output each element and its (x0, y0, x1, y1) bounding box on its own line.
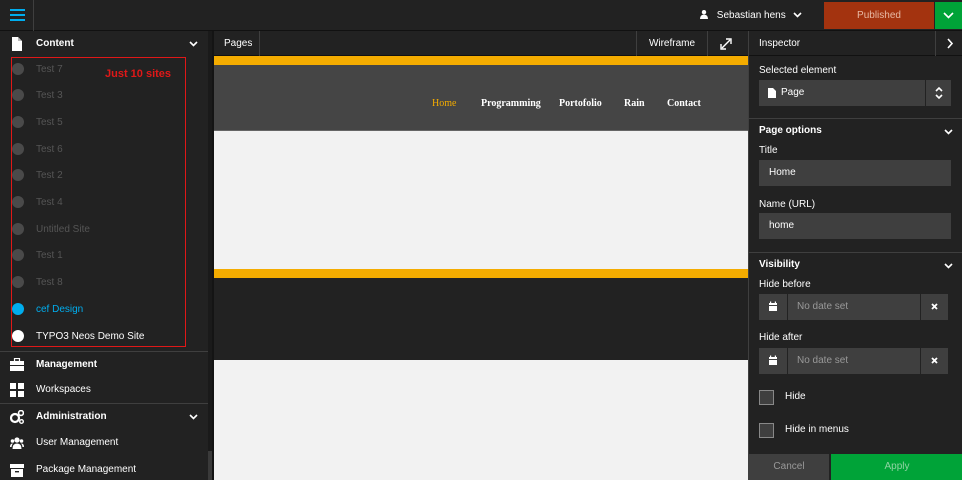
title-input[interactable]: Home (759, 160, 951, 186)
hamburger-icon (10, 9, 25, 11)
management-section-label: Management (36, 359, 98, 370)
nav-link-portofolio[interactable]: Portofolio (559, 98, 602, 109)
annotation-text: Just 10 sites (105, 68, 172, 80)
scrollbar-thumb[interactable] (208, 451, 212, 480)
name-url-label: Name (URL) (759, 199, 816, 210)
chevron-right-icon (947, 38, 954, 49)
nav-link-contact[interactable]: Contact (667, 98, 701, 109)
cancel-button[interactable]: Cancel (749, 454, 829, 480)
sidebar-item-package-management[interactable]: Package Management (0, 457, 208, 480)
wireframe-button[interactable]: Wireframe (636, 31, 708, 56)
content-accent-stripe (214, 269, 748, 278)
file-icon (768, 88, 776, 98)
nav-link-rain[interactable]: Rain (624, 98, 645, 109)
sidebar-item-user-management[interactable]: User Management (0, 430, 208, 456)
top-bar: Sebastian hens Published (0, 0, 962, 31)
visibility-header[interactable]: Visibility (759, 259, 800, 270)
fullscreen-button[interactable] (708, 31, 748, 56)
calendar-icon (769, 301, 777, 311)
nav-link-home[interactable]: Home (432, 98, 456, 109)
menu-toggle-button[interactable] (0, 0, 34, 31)
user-management-label: User Management (36, 437, 119, 448)
chevron-down-icon[interactable] (944, 261, 953, 270)
inspector-panel: Inspector Selected element Page Page opt… (748, 31, 962, 480)
hide-checkbox[interactable] (759, 390, 774, 405)
hide-in-menus-checkbox[interactable] (759, 423, 774, 438)
users-icon (10, 437, 24, 449)
management-section-header[interactable]: Management (0, 351, 208, 377)
sidebar-scrollbar[interactable] (208, 31, 212, 480)
selected-element-value: Page (781, 87, 805, 98)
content-section-header[interactable]: Content (0, 31, 208, 57)
hamburger-icon-line (10, 19, 25, 21)
hide-after-datepicker[interactable]: No date set (759, 348, 948, 374)
annotation-highlight-box (11, 57, 186, 347)
clear-date-button[interactable] (921, 348, 948, 374)
hide-label: Hide (785, 391, 806, 402)
chevron-down-icon (189, 414, 198, 420)
expand-icon (720, 38, 732, 50)
pages-button[interactable]: Pages (214, 31, 260, 56)
content-section-label: Content (36, 38, 74, 49)
publish-button[interactable]: Published (824, 2, 934, 29)
hide-before-label: Hide before (759, 279, 811, 290)
hamburger-icon-line (10, 14, 25, 16)
user-menu[interactable]: Sebastian hens (700, 0, 802, 31)
divider (749, 118, 962, 119)
administration-section-header[interactable]: Administration (0, 403, 208, 429)
nav-link-programming[interactable]: Programming (481, 98, 541, 109)
chevron-down-icon (943, 12, 954, 19)
dark-content-band (214, 278, 748, 360)
archive-icon (10, 464, 24, 477)
file-icon (12, 37, 22, 51)
hide-checkbox-row[interactable]: Hide (759, 390, 949, 406)
page-preview[interactable]: Home Programming Portofolio Rain Contact (214, 56, 748, 480)
user-name: Sebastian hens (716, 10, 786, 21)
hide-after-label: Hide after (759, 332, 803, 343)
apply-button[interactable]: Apply (831, 454, 962, 480)
publish-dropdown-button[interactable] (935, 2, 962, 29)
clear-date-button[interactable] (921, 294, 948, 320)
selected-element-label: Selected element (759, 65, 837, 76)
site-navigation: Home Programming Portofolio Rain Contact (214, 65, 748, 131)
sidebar-item-workspaces[interactable]: Workspaces (0, 377, 208, 403)
administration-section-label: Administration (36, 411, 107, 422)
select-arrows (925, 80, 951, 106)
workspaces-label: Workspaces (36, 384, 91, 395)
chevron-down-icon[interactable] (944, 127, 953, 136)
calendar-button[interactable] (759, 348, 787, 374)
calendar-button[interactable] (759, 294, 787, 320)
name-url-input[interactable]: home (759, 213, 951, 239)
close-icon (931, 303, 938, 310)
hide-in-menus-label: Hide in menus (785, 424, 849, 435)
title-label: Title (759, 145, 778, 156)
content-toolbar: Pages Wireframe (214, 31, 748, 56)
briefcase-icon (10, 358, 24, 371)
sort-icon (935, 86, 943, 100)
inspector-title: Inspector (759, 38, 801, 49)
hide-after-input[interactable]: No date set (788, 348, 920, 374)
grid-icon (10, 383, 24, 397)
chevron-down-icon (189, 41, 198, 47)
collapse-inspector-button[interactable] (935, 31, 962, 56)
inspector-header: Inspector (749, 31, 962, 56)
calendar-icon (769, 355, 777, 365)
divider (749, 252, 962, 253)
hide-before-datepicker[interactable]: No date set (759, 294, 948, 320)
header-accent-stripe (214, 56, 748, 65)
hide-in-menus-checkbox-row[interactable]: Hide in menus (759, 423, 949, 439)
chevron-down-icon (792, 12, 802, 18)
page-options-header[interactable]: Page options (759, 125, 822, 136)
selected-element-select[interactable]: Page (759, 80, 951, 106)
hide-before-input[interactable]: No date set (788, 294, 920, 320)
gears-icon (10, 410, 24, 424)
package-management-label: Package Management (36, 464, 137, 475)
user-icon (700, 10, 708, 19)
close-icon (931, 357, 938, 364)
